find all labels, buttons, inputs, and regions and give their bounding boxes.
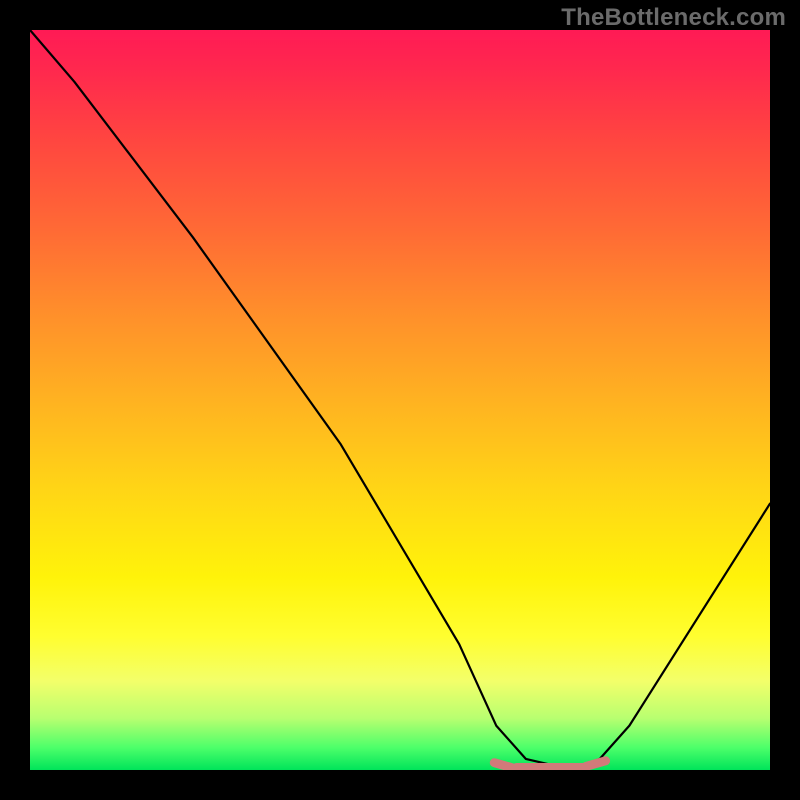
chart-frame: TheBottleneck.com [0,0,800,800]
watermark-text: TheBottleneck.com [561,4,786,32]
curve-path [30,30,770,769]
bottleneck-curve [30,30,770,770]
plot-area [30,30,770,770]
optimal-segment-2 [512,763,588,770]
